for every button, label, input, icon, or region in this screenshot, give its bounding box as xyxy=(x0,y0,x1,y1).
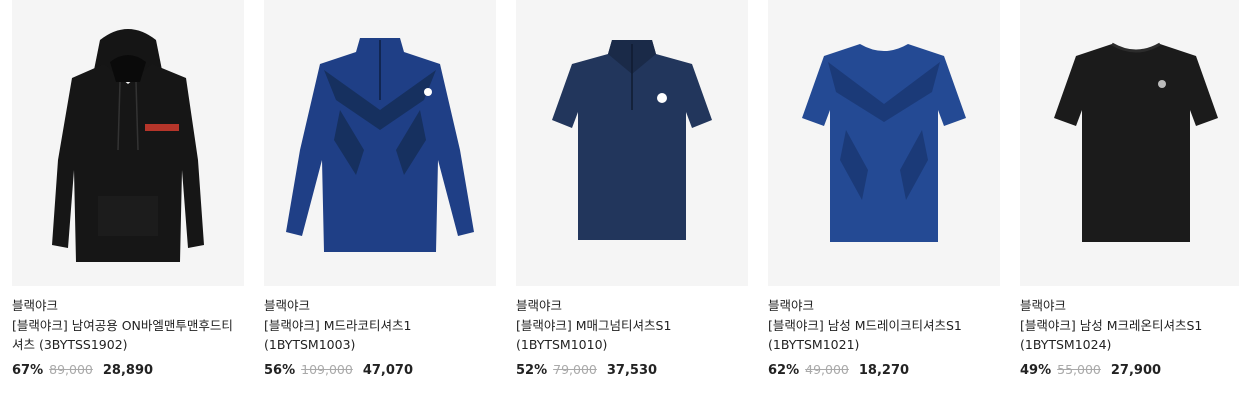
product-image[interactable] xyxy=(516,0,748,286)
hoodie-icon xyxy=(52,29,204,262)
price-row: 52% 79,000 37,530 xyxy=(516,362,657,378)
product-name[interactable]: [블랙야크] 남여공용 ON바엘맨투맨후드티셔츠 (3BYTSS1902) xyxy=(12,316,244,354)
polo-zip-icon xyxy=(552,40,712,240)
original-price: 89,000 xyxy=(49,362,93,377)
product-image[interactable] xyxy=(264,0,496,286)
product-name[interactable]: [블랙야크] 남성 M크레온티셔츠S1 (1BYTSM1024) xyxy=(1020,316,1239,354)
product-brand: 블랙야크 xyxy=(264,298,311,313)
price-row: 62% 49,000 18,270 xyxy=(768,362,909,378)
original-price: 109,000 xyxy=(301,362,353,377)
product-card[interactable]: 블랙야크 [블랙야크] 남성 M드레이크티셔츠S1 (1BYTSM1021) 6… xyxy=(768,0,1000,378)
product-image[interactable] xyxy=(12,0,244,286)
sale-price: 27,900 xyxy=(1110,363,1162,378)
product-card[interactable]: 블랙야크 [블랙야크] M매그넘티셔츠S1 (1BYTSM1010) 52% 7… xyxy=(516,0,748,378)
product-image[interactable] xyxy=(768,0,1000,286)
product-brand: 블랙야크 xyxy=(1020,298,1067,313)
discount-rate: 49% xyxy=(1020,363,1052,378)
tshirt-icon xyxy=(802,44,966,242)
price-row: 56% 109,000 47,070 xyxy=(264,362,413,378)
sale-price: 28,890 xyxy=(102,363,154,378)
price-row: 67% 89,000 28,890 xyxy=(12,362,153,378)
price-row: 49% 55,000 27,900 xyxy=(1020,362,1161,378)
original-price: 55,000 xyxy=(1057,362,1101,377)
product-name[interactable]: [블랙야크] M드라코티셔츠1 (1BYTSM1003) xyxy=(264,316,496,354)
product-brand: 블랙야크 xyxy=(12,298,59,313)
discount-rate: 56% xyxy=(264,363,296,378)
product-name[interactable]: [블랙야크] M매그넘티셔츠S1 (1BYTSM1010) xyxy=(516,316,748,354)
discount-rate: 67% xyxy=(12,363,44,378)
sale-price: 18,270 xyxy=(858,363,910,378)
long-sleeve-zip-icon xyxy=(286,38,474,252)
product-name[interactable]: [블랙야크] 남성 M드레이크티셔츠S1 (1BYTSM1021) xyxy=(768,316,1000,354)
original-price: 79,000 xyxy=(553,362,597,377)
sale-price: 37,530 xyxy=(606,363,658,378)
product-brand: 블랙야크 xyxy=(516,298,563,313)
original-price: 49,000 xyxy=(805,362,849,377)
product-grid: 블랙야크 [블랙야크] 남여공용 ON바엘맨투맨후드티셔츠 (3BYTSS190… xyxy=(0,0,1239,413)
product-card[interactable]: 블랙야크 [블랙야크] 남성 M크레온티셔츠S1 (1BYTSM1024) 49… xyxy=(1020,0,1239,378)
discount-rate: 52% xyxy=(516,363,548,378)
discount-rate: 62% xyxy=(768,363,800,378)
product-card[interactable]: 블랙야크 [블랙야크] M드라코티셔츠1 (1BYTSM1003) 56% 10… xyxy=(264,0,496,378)
product-card[interactable]: 블랙야크 [블랙야크] 남여공용 ON바엘맨투맨후드티셔츠 (3BYTSS190… xyxy=(12,0,244,378)
product-brand: 블랙야크 xyxy=(768,298,815,313)
product-image[interactable] xyxy=(1020,0,1239,286)
tshirt-icon xyxy=(1054,42,1218,242)
sale-price: 47,070 xyxy=(362,363,413,378)
